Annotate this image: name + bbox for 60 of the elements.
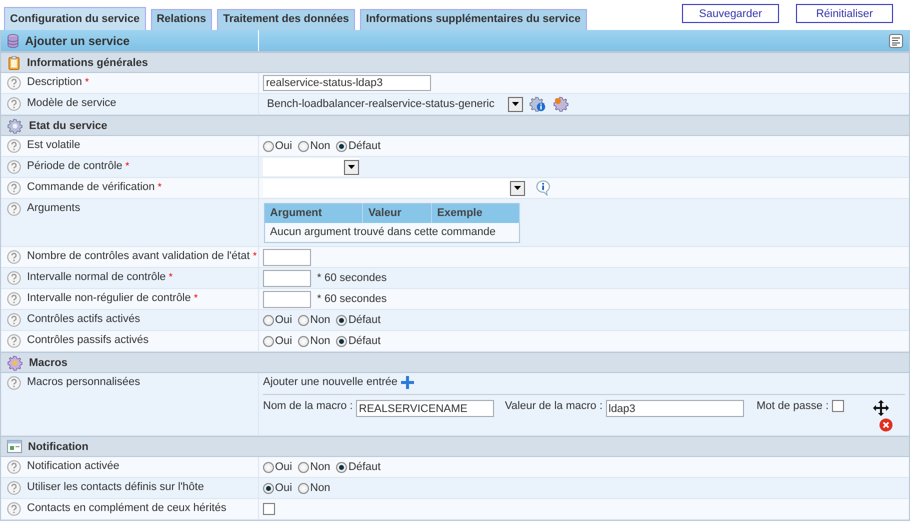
radio-label: Oui bbox=[275, 334, 292, 348]
macro-value-field[interactable]: ldap3 bbox=[606, 400, 744, 417]
field-label: Description bbox=[27, 76, 82, 89]
field-label: Période de contrôle bbox=[27, 160, 122, 173]
password-label: Mot de passe : bbox=[756, 400, 829, 413]
field-label: Modèle de service bbox=[27, 97, 116, 110]
text-field[interactable]: realservice-status-ldap3 bbox=[263, 75, 431, 91]
tab[interactable]: Configuration du service bbox=[4, 7, 146, 30]
reset-button[interactable]: Réinitialiser bbox=[796, 4, 893, 23]
required-mark: * bbox=[168, 271, 173, 284]
radio-label: Non bbox=[310, 140, 330, 152]
tab[interactable]: Traitement des données bbox=[217, 9, 356, 30]
column-header: Argument bbox=[264, 204, 363, 223]
radio-label: Oui bbox=[275, 314, 292, 326]
field-label: Contrôles actifs activés bbox=[27, 313, 140, 326]
radio-label: Oui bbox=[275, 482, 292, 494]
unit-label: * 60 secondes bbox=[317, 272, 387, 284]
radio-label: Oui bbox=[275, 140, 292, 152]
field-label: Arguments bbox=[27, 202, 80, 215]
section-title: Macros bbox=[29, 356, 68, 368]
field-label: Contacts en complément de ceux hérités bbox=[27, 502, 226, 515]
save-button[interactable]: Sauvegarder bbox=[682, 4, 779, 23]
required-mark: * bbox=[125, 160, 130, 173]
template-dropdown[interactable]: Bench-loadbalancer-realservice-status-generic bbox=[263, 95, 524, 113]
field-label: Macros personnalisées bbox=[27, 376, 140, 389]
radio-label: Non bbox=[310, 460, 330, 474]
column-header: Valeur bbox=[362, 204, 432, 223]
required-mark: * bbox=[252, 250, 257, 263]
unit-label: * 60 secondes bbox=[317, 292, 387, 306]
field-label: Nombre de contrôles avant validation de l'état bbox=[27, 250, 250, 263]
required-mark: * bbox=[158, 181, 162, 194]
macro-name-field[interactable]: REALSERVICENAME bbox=[356, 400, 494, 417]
field-label: Commande de vérification bbox=[27, 181, 155, 194]
radio-label: Défaut bbox=[348, 314, 381, 326]
macro-name-label: Nom de la macro : bbox=[263, 400, 353, 413]
required-mark: * bbox=[194, 292, 198, 305]
form-title: Ajouter un service bbox=[25, 34, 130, 48]
macro-value-label: Valeur de la macro : bbox=[504, 400, 602, 413]
field-label: Notification activée bbox=[27, 460, 120, 473]
section-title: Informations générales bbox=[27, 56, 148, 68]
field-label: Intervalle non-régulier de contrôle bbox=[27, 292, 191, 305]
required-mark: * bbox=[85, 76, 89, 89]
radio-label: Non bbox=[310, 482, 330, 494]
field-label: Est volatile bbox=[27, 139, 80, 152]
radio-label: Défaut bbox=[348, 334, 381, 348]
tab[interactable]: Relations bbox=[150, 9, 212, 30]
field-label: Contrôles passifs activés bbox=[27, 334, 149, 347]
radio-label: Non bbox=[310, 334, 330, 348]
section-title: Etat du service bbox=[29, 120, 108, 132]
radio-label: Oui bbox=[275, 460, 292, 474]
column-header: Exemple bbox=[432, 204, 520, 223]
field-label: Intervalle normal de contrôle bbox=[27, 271, 166, 284]
empty-message: Aucun argument trouvé dans cette commande bbox=[264, 223, 520, 242]
field-label: Utiliser les contacts définis sur l'hôte bbox=[27, 481, 204, 494]
radio-label: Non bbox=[310, 314, 330, 326]
radio-label: Défaut bbox=[348, 460, 381, 474]
add-entry-label: Ajouter une nouvelle entrée bbox=[263, 376, 398, 389]
radio-label: Défaut bbox=[348, 140, 381, 152]
tab[interactable]: Informations supplémentaires du service bbox=[360, 9, 587, 30]
section-title: Notification bbox=[28, 440, 88, 452]
